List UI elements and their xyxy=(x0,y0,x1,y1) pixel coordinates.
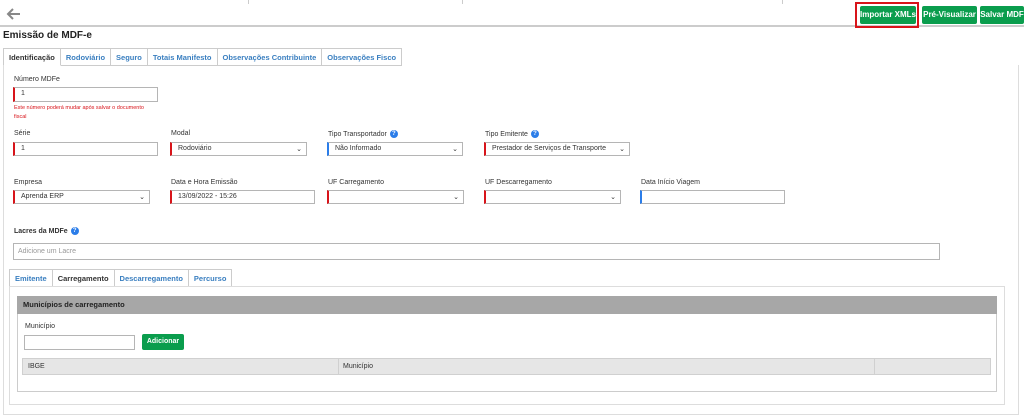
modal-value: Rodoviário xyxy=(178,145,212,152)
tipo-transportador-value: Não Informado xyxy=(335,145,382,152)
tab-totais-manifesto[interactable]: Totais Manifesto xyxy=(147,48,218,66)
tipo-transportador-label: Tipo Transportador? xyxy=(328,130,398,138)
uf-descarregamento-label: UF Descarregamento xyxy=(485,179,552,186)
tipo-emitente-value: Prestador de Serviços de Transporte xyxy=(492,145,607,152)
highlight-box xyxy=(855,2,919,28)
subtab-emitente[interactable]: Emitente xyxy=(9,269,53,287)
chevron-down-icon: ⌄ xyxy=(139,194,145,201)
toolbar-divider xyxy=(248,0,249,4)
main-tabs: Identificação Rodoviário Seguro Totais M… xyxy=(3,48,403,66)
help-icon[interactable]: ? xyxy=(389,130,398,138)
preview-button[interactable]: Pré-Visualizar xyxy=(922,6,977,24)
help-icon[interactable]: ? xyxy=(530,130,539,138)
data-emissao-input[interactable]: 13/09/2022 - 15:26 xyxy=(170,190,315,204)
serie-input[interactable]: 1 xyxy=(13,142,158,156)
data-inicio-label: Data Início Viagem xyxy=(641,179,701,186)
chevron-down-icon: ⌄ xyxy=(296,146,302,153)
column-ibge[interactable]: IBGE xyxy=(28,359,45,374)
uf-carregamento-select[interactable]: ⌄ xyxy=(327,190,464,204)
sub-tabs: Emitente Carregamento Descarregamento Pe… xyxy=(9,269,233,287)
empresa-label: Empresa xyxy=(14,179,43,186)
data-emissao-label: Data e Hora Emissão xyxy=(171,179,238,186)
chevron-down-icon: ⌄ xyxy=(619,146,625,153)
adicionar-button[interactable]: Adicionar xyxy=(142,334,184,350)
serie-label: Série xyxy=(14,130,31,137)
municipios-table-header: IBGE Município xyxy=(22,358,991,375)
modal-select[interactable]: Rodoviário ⌄ xyxy=(170,142,307,156)
municipio-input[interactable] xyxy=(24,335,135,350)
column-divider xyxy=(874,359,875,374)
save-mdf-button[interactable]: Salvar MDF xyxy=(980,6,1024,24)
subtab-descarregamento[interactable]: Descarregamento xyxy=(114,269,189,287)
tab-observacoes-fisco[interactable]: Observações Fisco xyxy=(322,48,403,66)
tab-rodoviario[interactable]: Rodoviário xyxy=(60,48,112,66)
column-municipio[interactable]: Município xyxy=(343,359,373,374)
lacres-input[interactable]: Adicione um Lacre xyxy=(13,243,940,260)
toolbar-divider xyxy=(462,0,463,4)
numero-input[interactable]: 1 xyxy=(13,87,158,102)
chevron-down-icon: ⌄ xyxy=(452,146,458,153)
chevron-down-icon: ⌄ xyxy=(453,194,459,201)
numero-hint-cont: fiscal xyxy=(14,114,27,120)
tab-identificacao[interactable]: Identificação xyxy=(3,48,61,66)
page-title: Emissão de MDF-e xyxy=(3,30,92,41)
tipo-transportador-select[interactable]: Não Informado ⌄ xyxy=(327,142,463,156)
empresa-select[interactable]: Aprenda ERP ⌄ xyxy=(13,190,150,204)
toolbar-divider xyxy=(782,0,783,4)
lacres-label-text: Lacres da MDFe xyxy=(14,227,68,235)
help-icon[interactable]: ? xyxy=(70,227,79,235)
municipio-label: Município xyxy=(25,323,55,330)
tipo-transportador-label-text: Tipo Transportador xyxy=(328,130,387,138)
chevron-down-icon: ⌄ xyxy=(610,194,616,201)
numero-hint: Este número poderá mudar após salvar o d… xyxy=(14,105,144,111)
tab-observacoes-contribuinte[interactable]: Observações Contribuinte xyxy=(217,48,323,66)
tipo-emitente-label-text: Tipo Emitente xyxy=(485,130,528,138)
subtab-percurso[interactable]: Percurso xyxy=(188,269,233,287)
tipo-emitente-label: Tipo Emitente? xyxy=(485,130,539,138)
back-arrow-icon[interactable] xyxy=(6,6,22,22)
modal-label: Modal xyxy=(171,130,191,137)
empresa-value: Aprenda ERP xyxy=(21,193,64,200)
municipios-header: Municípios de carregamento xyxy=(17,296,997,314)
data-inicio-input[interactable] xyxy=(640,190,785,204)
uf-descarregamento-select[interactable]: ⌄ xyxy=(484,190,621,204)
tab-seguro[interactable]: Seguro xyxy=(111,48,148,66)
subtab-carregamento[interactable]: Carregamento xyxy=(52,269,115,287)
column-divider xyxy=(338,359,339,374)
tipo-emitente-select[interactable]: Prestador de Serviços de Transporte ⌄ xyxy=(484,142,630,156)
numero-label: Número MDFe xyxy=(14,76,60,83)
lacres-label: Lacres da MDFe? xyxy=(14,227,79,235)
uf-carregamento-label: UF Carregamento xyxy=(328,179,385,186)
